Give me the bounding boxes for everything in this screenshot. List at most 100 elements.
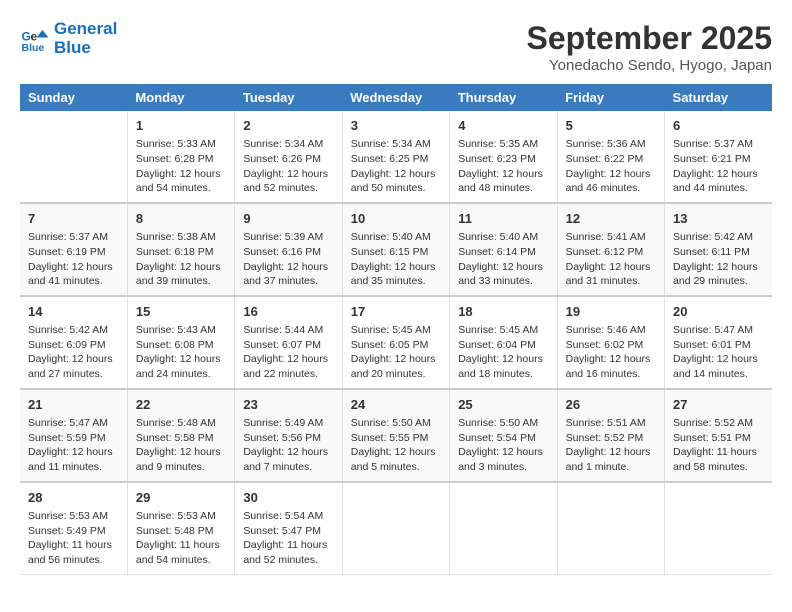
cell-content: Sunrise: 5:53 AMSunset: 5:49 PMDaylight:… — [28, 509, 119, 568]
day-number: 26 — [566, 396, 656, 414]
day-number: 1 — [136, 117, 226, 135]
day-number: 19 — [566, 303, 656, 321]
day-number: 20 — [673, 303, 764, 321]
calendar-cell — [450, 482, 557, 574]
calendar-cell: 23 Sunrise: 5:49 AMSunset: 5:56 PMDaylig… — [235, 389, 342, 482]
cell-content: Sunrise: 5:44 AMSunset: 6:07 PMDaylight:… — [243, 323, 333, 382]
day-number: 22 — [136, 396, 226, 414]
cell-content: Sunrise: 5:33 AMSunset: 6:28 PMDaylight:… — [136, 137, 226, 196]
cell-content: Sunrise: 5:52 AMSunset: 5:51 PMDaylight:… — [673, 416, 764, 475]
calendar-cell: 28 Sunrise: 5:53 AMSunset: 5:49 PMDaylig… — [20, 482, 127, 574]
cell-content: Sunrise: 5:40 AMSunset: 6:15 PMDaylight:… — [351, 230, 441, 289]
day-number: 21 — [28, 396, 119, 414]
day-number: 30 — [243, 489, 333, 507]
weekday-header: Friday — [557, 84, 664, 111]
weekday-header: Wednesday — [342, 84, 449, 111]
calendar-cell — [665, 482, 772, 574]
cell-content: Sunrise: 5:50 AMSunset: 5:55 PMDaylight:… — [351, 416, 441, 475]
title-block: September 2025 Yonedacho Sendo, Hyogo, J… — [527, 20, 772, 74]
calendar-cell: 18 Sunrise: 5:45 AMSunset: 6:04 PMDaylig… — [450, 296, 557, 389]
calendar-week-row: 7 Sunrise: 5:37 AMSunset: 6:19 PMDayligh… — [20, 203, 772, 296]
day-number: 11 — [458, 210, 548, 228]
calendar-cell: 19 Sunrise: 5:46 AMSunset: 6:02 PMDaylig… — [557, 296, 664, 389]
cell-content: Sunrise: 5:48 AMSunset: 5:58 PMDaylight:… — [136, 416, 226, 475]
calendar-cell: 17 Sunrise: 5:45 AMSunset: 6:05 PMDaylig… — [342, 296, 449, 389]
day-number: 2 — [243, 117, 333, 135]
cell-content: Sunrise: 5:42 AMSunset: 6:09 PMDaylight:… — [28, 323, 119, 382]
cell-content: Sunrise: 5:47 AMSunset: 6:01 PMDaylight:… — [673, 323, 764, 382]
logo-line2: Blue — [54, 39, 117, 58]
day-number: 10 — [351, 210, 441, 228]
logo: G e Blue General Blue — [20, 20, 117, 57]
day-number: 25 — [458, 396, 548, 414]
day-number: 18 — [458, 303, 548, 321]
weekday-header: Sunday — [20, 84, 127, 111]
calendar-cell: 16 Sunrise: 5:44 AMSunset: 6:07 PMDaylig… — [235, 296, 342, 389]
day-number: 5 — [566, 117, 656, 135]
weekday-header-row: SundayMondayTuesdayWednesdayThursdayFrid… — [20, 84, 772, 111]
calendar-cell — [342, 482, 449, 574]
logo-icon: G e Blue — [20, 24, 50, 54]
calendar-cell: 24 Sunrise: 5:50 AMSunset: 5:55 PMDaylig… — [342, 389, 449, 482]
day-number: 27 — [673, 396, 764, 414]
calendar-cell: 13 Sunrise: 5:42 AMSunset: 6:11 PMDaylig… — [665, 203, 772, 296]
calendar-cell: 11 Sunrise: 5:40 AMSunset: 6:14 PMDaylig… — [450, 203, 557, 296]
weekday-header: Thursday — [450, 84, 557, 111]
day-number: 24 — [351, 396, 441, 414]
cell-content: Sunrise: 5:46 AMSunset: 6:02 PMDaylight:… — [566, 323, 656, 382]
calendar-cell: 26 Sunrise: 5:51 AMSunset: 5:52 PMDaylig… — [557, 389, 664, 482]
calendar-cell: 1 Sunrise: 5:33 AMSunset: 6:28 PMDayligh… — [127, 111, 234, 203]
calendar-cell: 25 Sunrise: 5:50 AMSunset: 5:54 PMDaylig… — [450, 389, 557, 482]
calendar-cell — [20, 111, 127, 203]
month-title: September 2025 — [527, 20, 772, 57]
weekday-header: Tuesday — [235, 84, 342, 111]
calendar-week-row: 1 Sunrise: 5:33 AMSunset: 6:28 PMDayligh… — [20, 111, 772, 203]
cell-content: Sunrise: 5:51 AMSunset: 5:52 PMDaylight:… — [566, 416, 656, 475]
day-number: 16 — [243, 303, 333, 321]
day-number: 28 — [28, 489, 119, 507]
calendar-cell: 21 Sunrise: 5:47 AMSunset: 5:59 PMDaylig… — [20, 389, 127, 482]
calendar-cell: 29 Sunrise: 5:53 AMSunset: 5:48 PMDaylig… — [127, 482, 234, 574]
day-number: 13 — [673, 210, 764, 228]
calendar-cell: 20 Sunrise: 5:47 AMSunset: 6:01 PMDaylig… — [665, 296, 772, 389]
cell-content: Sunrise: 5:45 AMSunset: 6:04 PMDaylight:… — [458, 323, 548, 382]
day-number: 6 — [673, 117, 764, 135]
day-number: 29 — [136, 489, 226, 507]
calendar-cell: 6 Sunrise: 5:37 AMSunset: 6:21 PMDayligh… — [665, 111, 772, 203]
cell-content: Sunrise: 5:41 AMSunset: 6:12 PMDaylight:… — [566, 230, 656, 289]
cell-content: Sunrise: 5:37 AMSunset: 6:19 PMDaylight:… — [28, 230, 119, 289]
day-number: 8 — [136, 210, 226, 228]
calendar-cell: 15 Sunrise: 5:43 AMSunset: 6:08 PMDaylig… — [127, 296, 234, 389]
calendar-cell: 10 Sunrise: 5:40 AMSunset: 6:15 PMDaylig… — [342, 203, 449, 296]
day-number: 17 — [351, 303, 441, 321]
calendar-cell: 8 Sunrise: 5:38 AMSunset: 6:18 PMDayligh… — [127, 203, 234, 296]
calendar-cell: 3 Sunrise: 5:34 AMSunset: 6:25 PMDayligh… — [342, 111, 449, 203]
day-number: 9 — [243, 210, 333, 228]
calendar-cell: 27 Sunrise: 5:52 AMSunset: 5:51 PMDaylig… — [665, 389, 772, 482]
cell-content: Sunrise: 5:43 AMSunset: 6:08 PMDaylight:… — [136, 323, 226, 382]
calendar-cell: 12 Sunrise: 5:41 AMSunset: 6:12 PMDaylig… — [557, 203, 664, 296]
cell-content: Sunrise: 5:38 AMSunset: 6:18 PMDaylight:… — [136, 230, 226, 289]
day-number: 12 — [566, 210, 656, 228]
svg-text:Blue: Blue — [22, 42, 45, 54]
calendar-week-row: 21 Sunrise: 5:47 AMSunset: 5:59 PMDaylig… — [20, 389, 772, 482]
day-number: 15 — [136, 303, 226, 321]
cell-content: Sunrise: 5:47 AMSunset: 5:59 PMDaylight:… — [28, 416, 119, 475]
calendar-cell: 4 Sunrise: 5:35 AMSunset: 6:23 PMDayligh… — [450, 111, 557, 203]
logo-line1: General — [54, 20, 117, 39]
calendar-cell: 5 Sunrise: 5:36 AMSunset: 6:22 PMDayligh… — [557, 111, 664, 203]
cell-content: Sunrise: 5:34 AMSunset: 6:25 PMDaylight:… — [351, 137, 441, 196]
cell-content: Sunrise: 5:42 AMSunset: 6:11 PMDaylight:… — [673, 230, 764, 289]
cell-content: Sunrise: 5:36 AMSunset: 6:22 PMDaylight:… — [566, 137, 656, 196]
day-number: 4 — [458, 117, 548, 135]
cell-content: Sunrise: 5:54 AMSunset: 5:47 PMDaylight:… — [243, 509, 333, 568]
cell-content: Sunrise: 5:39 AMSunset: 6:16 PMDaylight:… — [243, 230, 333, 289]
cell-content: Sunrise: 5:49 AMSunset: 5:56 PMDaylight:… — [243, 416, 333, 475]
calendar-cell: 9 Sunrise: 5:39 AMSunset: 6:16 PMDayligh… — [235, 203, 342, 296]
calendar-cell: 2 Sunrise: 5:34 AMSunset: 6:26 PMDayligh… — [235, 111, 342, 203]
cell-content: Sunrise: 5:40 AMSunset: 6:14 PMDaylight:… — [458, 230, 548, 289]
calendar-table: SundayMondayTuesdayWednesdayThursdayFrid… — [20, 84, 772, 575]
page-header: G e Blue General Blue September 2025 Yon… — [20, 20, 772, 74]
location: Yonedacho Sendo, Hyogo, Japan — [527, 57, 772, 74]
calendar-cell: 7 Sunrise: 5:37 AMSunset: 6:19 PMDayligh… — [20, 203, 127, 296]
